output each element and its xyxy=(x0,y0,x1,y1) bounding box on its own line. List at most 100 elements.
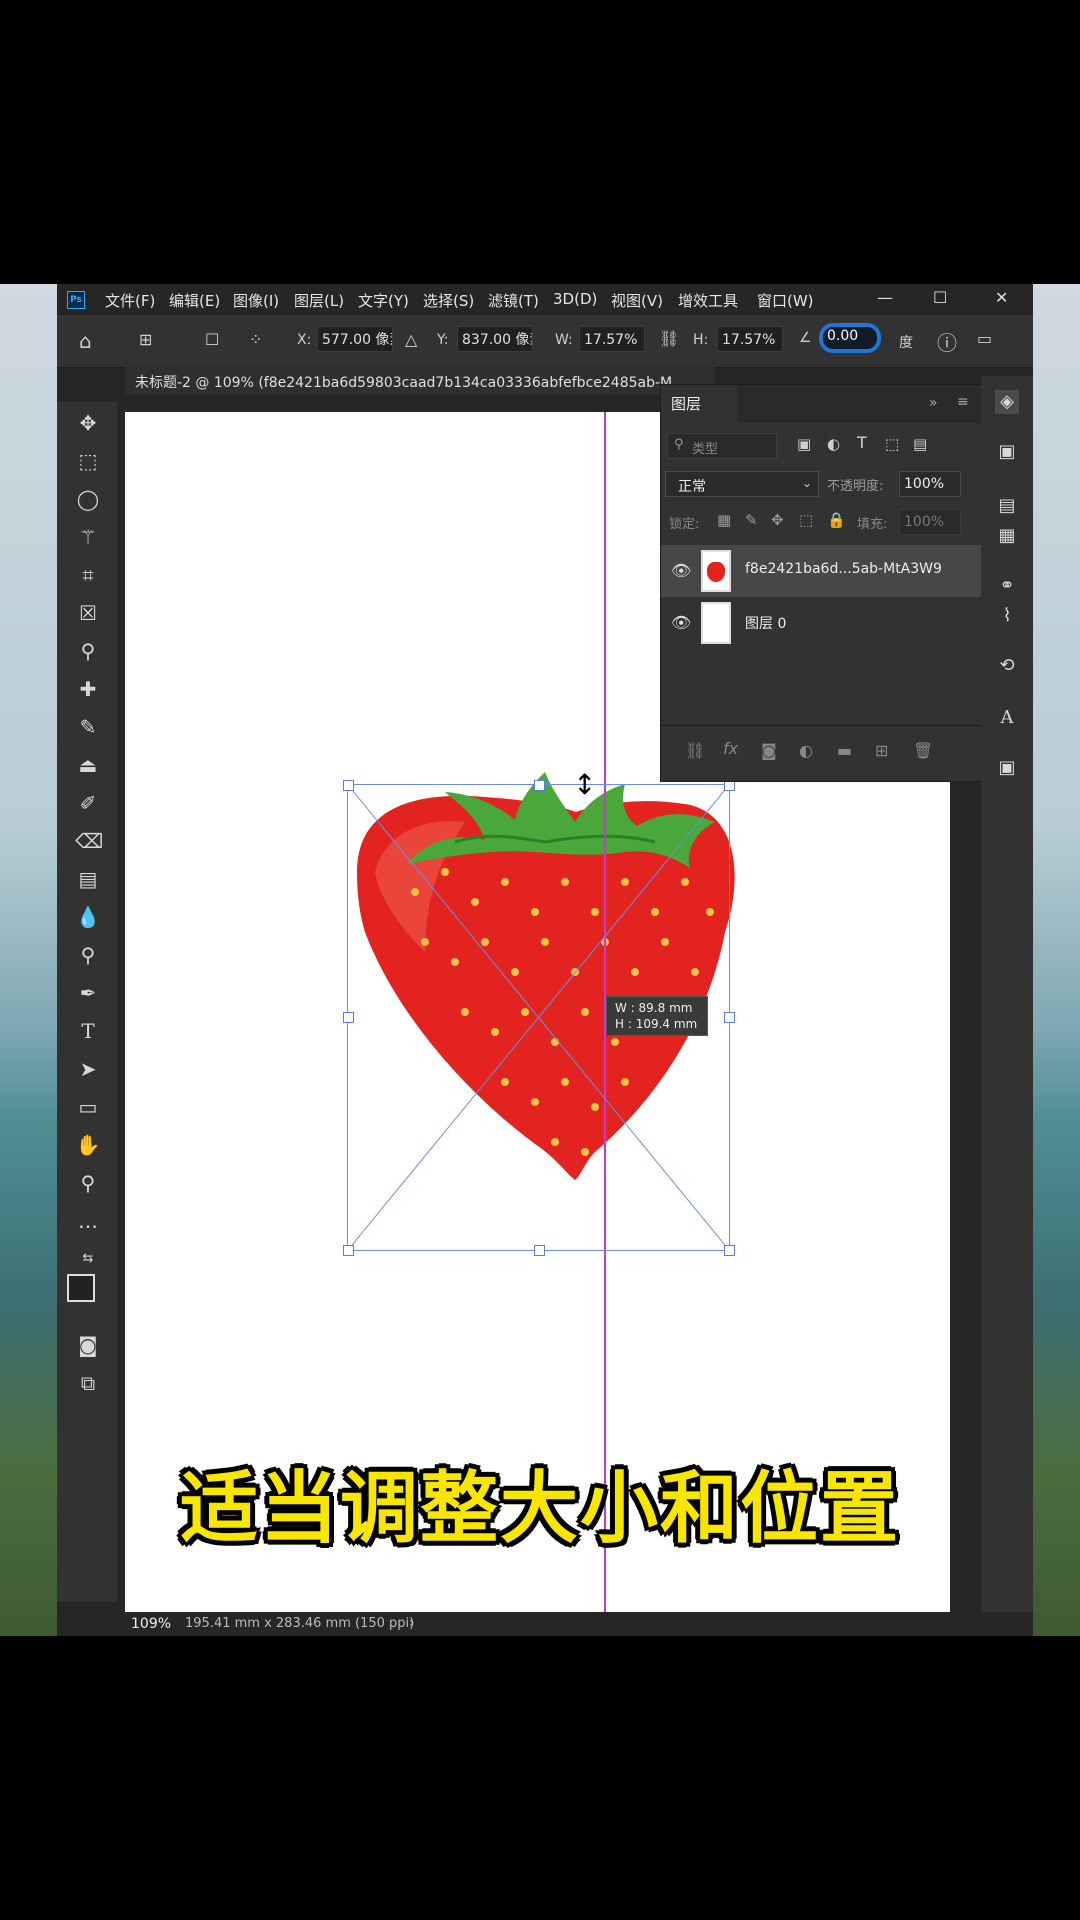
lock-brush-icon[interactable]: ✎ xyxy=(745,511,758,529)
rectangle-tool-icon[interactable]: ▭ xyxy=(75,1094,101,1120)
document-tab[interactable]: 未标题-2 @ 109% (f8e2421ba6d59803caad7b134c… xyxy=(125,366,715,394)
marquee-tool-icon[interactable]: ⬚ xyxy=(75,448,101,474)
patterns-icon[interactable]: ▦ xyxy=(995,524,1019,548)
layer-row[interactable]: 👁 f8e2421ba6d...5ab-MtA3W9 xyxy=(661,545,981,597)
eyedropper-tool-icon[interactable]: ⚲ xyxy=(75,638,101,664)
menu-edit[interactable]: 编辑(E) xyxy=(169,290,220,311)
x-position-field[interactable]: 577.00 像素 xyxy=(317,326,393,352)
lock-pixels-icon[interactable]: ▦ xyxy=(717,511,731,529)
transform-handle-left[interactable] xyxy=(343,1012,354,1023)
properties-icon[interactable]: ▣ xyxy=(995,756,1019,780)
new-layer-icon[interactable]: ⊞ xyxy=(875,741,888,760)
menu-3d[interactable]: 3D(D) xyxy=(553,290,597,308)
dodge-tool-icon[interactable]: ⚲ xyxy=(75,942,101,968)
crop-tool-icon[interactable]: ⌗ xyxy=(75,562,101,588)
lock-all-icon[interactable]: 🔒 xyxy=(827,511,846,529)
layer-row[interactable]: 👁 图层 0 xyxy=(661,597,981,649)
height-field[interactable]: 17.57% xyxy=(717,326,783,352)
transform-handle-right[interactable] xyxy=(724,1012,735,1023)
type-tool-icon[interactable]: T xyxy=(75,1018,101,1044)
adjustment-layer-icon[interactable]: ◐ xyxy=(799,741,813,760)
eraser-tool-icon[interactable]: ⌫ xyxy=(75,828,103,854)
fx-icon[interactable]: fx xyxy=(723,739,738,758)
quick-mask-icon[interactable]: ◙ xyxy=(75,1332,101,1358)
y-position-field[interactable]: 837.00 像素 xyxy=(457,326,533,352)
grid-reference-icon[interactable]: ⁘ xyxy=(249,330,262,349)
blur-tool-icon[interactable]: 💧 xyxy=(75,904,101,930)
menu-view[interactable]: 视图(V) xyxy=(611,290,663,311)
minimize-button[interactable]: — xyxy=(877,288,893,307)
eye-icon[interactable]: 👁 xyxy=(671,561,691,580)
zoom-tool-icon[interactable]: ⚲ xyxy=(75,1170,101,1196)
document-info[interactable]: 195.41 mm x 283.46 mm (150 ppi) xyxy=(185,1616,414,1631)
more-tools-icon[interactable]: … xyxy=(75,1208,101,1234)
menu-layer[interactable]: 图层(L) xyxy=(294,290,344,311)
history-icon[interactable]: ⟲ xyxy=(995,654,1019,678)
filter-type-icon[interactable]: T xyxy=(857,433,867,452)
channels-icon[interactable]: ⚭ xyxy=(995,574,1019,598)
gradient-tool-icon[interactable]: ▤ xyxy=(75,866,101,892)
lock-artboard-icon[interactable]: ⬚ xyxy=(799,511,813,529)
menu-image[interactable]: 图像(I) xyxy=(233,290,279,311)
transform-handle-bottom[interactable] xyxy=(534,1245,545,1256)
filter-adjustment-icon[interactable]: ◐ xyxy=(827,435,840,453)
fill-field[interactable]: 100% xyxy=(899,509,961,535)
hand-tool-icon[interactable]: ✋ xyxy=(75,1132,101,1158)
width-field[interactable]: 17.57% xyxy=(579,326,645,352)
transform-handle-top-left[interactable] xyxy=(343,780,354,791)
checkbox-icon[interactable]: ☐ xyxy=(205,330,219,349)
pen-tool-icon[interactable]: ✒ xyxy=(75,980,101,1006)
close-button[interactable]: ✕ xyxy=(995,288,1008,307)
link-icon[interactable]: ⛓ xyxy=(659,329,679,348)
delta-icon[interactable]: △ xyxy=(405,330,417,349)
character-icon[interactable]: A xyxy=(995,706,1019,730)
filter-pixel-icon[interactable]: ▣ xyxy=(797,435,811,453)
transform-handle-bottom-left[interactable] xyxy=(343,1245,354,1256)
menu-type[interactable]: 文字(Y) xyxy=(358,290,409,311)
zoom-level[interactable]: 109% xyxy=(131,1616,171,1632)
lock-position-icon[interactable]: ✥ xyxy=(771,511,784,529)
lasso-tool-icon[interactable]: ◯ xyxy=(75,486,101,512)
brush-tool-icon[interactable]: ✎ xyxy=(75,714,101,740)
filter-smart-object-icon[interactable]: ▤ xyxy=(913,435,927,453)
add-mask-icon[interactable]: ◙ xyxy=(761,741,777,760)
reference-point-icon[interactable]: ⊞ xyxy=(139,330,152,349)
trash-icon[interactable]: 🗑 xyxy=(913,741,933,760)
menu-select[interactable]: 选择(S) xyxy=(423,290,474,311)
history-brush-tool-icon[interactable]: ✐ xyxy=(75,790,101,816)
help-icon[interactable]: ⓘ xyxy=(937,327,957,356)
foreground-color-swatch[interactable] xyxy=(67,1274,95,1302)
menu-window[interactable]: 窗口(W) xyxy=(757,290,814,311)
chevron-right-icon[interactable]: › xyxy=(409,1615,415,1631)
default-colors-icon[interactable]: ⇆ xyxy=(75,1246,101,1272)
panel-menu-icon[interactable]: ≡ xyxy=(957,394,969,410)
magic-wand-tool-icon[interactable]: ⚚ xyxy=(75,524,101,550)
gradients-icon[interactable]: ▤ xyxy=(995,494,1019,518)
maximize-button[interactable]: ☐ xyxy=(933,288,947,307)
eye-icon[interactable]: 👁 xyxy=(671,613,691,632)
frame-tool-icon[interactable]: ☒ xyxy=(75,600,101,626)
transform-handle-top[interactable] xyxy=(534,780,545,791)
menu-filter[interactable]: 滤镜(T) xyxy=(488,290,539,311)
path-selection-tool-icon[interactable]: ➤ xyxy=(75,1056,101,1082)
rotation-angle-field[interactable]: 0.00 xyxy=(819,323,881,353)
menu-file[interactable]: 文件(F) xyxy=(105,290,155,311)
layer-filter-select[interactable]: ⚲ 类型 xyxy=(667,433,777,459)
home-icon[interactable]: ⌂ xyxy=(79,329,92,353)
filter-shape-icon[interactable]: ⬚ xyxy=(885,435,899,453)
blend-mode-select[interactable]: 正常 ⌄ xyxy=(665,471,819,497)
layers-stack-icon[interactable]: ◈ xyxy=(995,390,1019,414)
workspace-icon[interactable]: ▭ xyxy=(977,329,992,348)
libraries-icon[interactable]: ▣ xyxy=(995,440,1019,464)
paths-icon[interactable]: ⌇ xyxy=(995,604,1019,628)
folder-icon[interactable]: ▬ xyxy=(837,741,852,760)
tab-layers[interactable]: 图层 xyxy=(661,385,737,423)
healing-brush-tool-icon[interactable]: ✚ xyxy=(75,676,101,702)
transform-handle-bottom-right[interactable] xyxy=(724,1245,735,1256)
opacity-field[interactable]: 100% xyxy=(899,471,961,497)
clone-stamp-tool-icon[interactable]: ⏏ xyxy=(75,752,101,778)
screen-mode-icon[interactable]: ⧉ xyxy=(75,1370,101,1396)
link-layers-icon[interactable]: ⛓ xyxy=(685,741,705,760)
move-tool-icon[interactable]: ✥ xyxy=(75,410,101,436)
menu-plugins[interactable]: 增效工具 xyxy=(678,290,738,311)
